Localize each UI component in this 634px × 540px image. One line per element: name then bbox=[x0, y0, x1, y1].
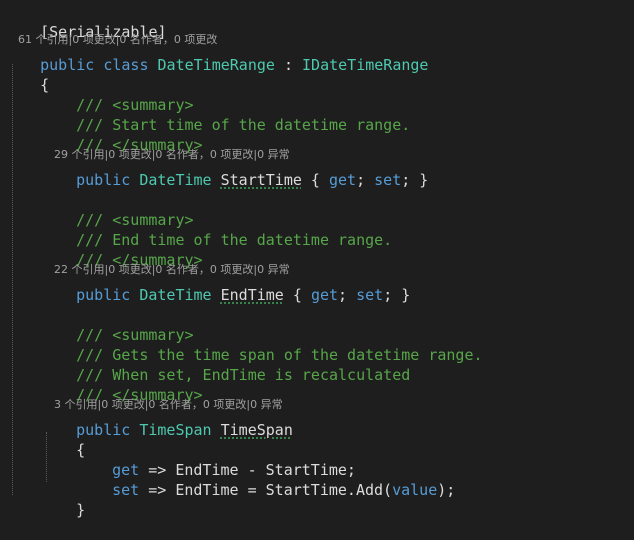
keyword-set: set bbox=[112, 481, 140, 499]
type-timespan[interactable]: TimeSpan bbox=[139, 421, 211, 439]
code-line-summary-text: /// End time of the datetime range. bbox=[0, 210, 392, 249]
keyword-value: value bbox=[392, 481, 438, 499]
code-line-class-declaration: public class DateTimeRange : IDateTimeRa… bbox=[0, 35, 428, 74]
interface-name[interactable]: IDateTimeRange bbox=[302, 56, 428, 74]
keyword-set: set bbox=[356, 286, 384, 304]
code-line-timespan-close-brace: } bbox=[0, 480, 85, 519]
code-line-summary-text: /// Gets the time span of the datetime r… bbox=[0, 325, 482, 364]
code-line-endtime-property: public DateTime EndTime { get; set; } bbox=[0, 265, 410, 304]
punctuation: ; bbox=[356, 171, 375, 189]
keyword-class: class bbox=[103, 56, 149, 74]
punctuation: { bbox=[283, 286, 311, 304]
code-line-timespan-open-brace: { bbox=[0, 420, 85, 459]
type-datetime[interactable]: DateTime bbox=[139, 286, 211, 304]
setter-expression: => EndTime = StartTime.Add( bbox=[139, 481, 393, 499]
codelens-endtime[interactable]: 22 个引用|0 项更改|0 名作者，0 项更改|0 异常 bbox=[0, 249, 290, 276]
setter-expression-end: ); bbox=[437, 481, 456, 499]
inherit-separator: : bbox=[274, 56, 303, 74]
code-line-summary-close: /// </summary> bbox=[0, 115, 202, 154]
type-datetime[interactable]: DateTime bbox=[139, 171, 211, 189]
codelens-class[interactable]: 61 个引用|0 项更改|0 名作者，0 项更改 bbox=[0, 19, 217, 46]
code-editor[interactable]: [Serializable] 61 个引用|0 项更改|0 名作者，0 项更改 … bbox=[0, 0, 634, 519]
code-line-summary-open: /// <summary> bbox=[0, 190, 193, 229]
punctuation: ; } bbox=[401, 171, 429, 189]
class-name[interactable]: DateTimeRange bbox=[158, 56, 275, 74]
code-line-summary-open: /// <summary> bbox=[0, 305, 193, 344]
code-line-summary-open: /// <summary> bbox=[0, 75, 193, 114]
property-timespan[interactable]: TimeSpan bbox=[221, 421, 293, 439]
property-endtime[interactable]: EndTime bbox=[221, 286, 284, 304]
close-brace: } bbox=[76, 501, 86, 519]
keyword-set: set bbox=[374, 171, 402, 189]
keyword-public: public bbox=[76, 171, 131, 189]
code-line-getter: get => EndTime - StartTime; bbox=[0, 440, 356, 479]
code-line-timespan-property: public TimeSpan TimeSpan bbox=[0, 400, 293, 439]
code-line-summary-text: /// When set, EndTime is recalculated bbox=[0, 345, 410, 384]
code-line-summary-close: /// </summary> bbox=[0, 365, 202, 404]
code-line-summary-text: /// Start time of the datetime range. bbox=[0, 95, 410, 134]
punctuation: ; bbox=[338, 286, 357, 304]
codelens-starttime[interactable]: 29 个引用|0 项更改|0 名作者，0 项更改|0 异常 bbox=[0, 134, 290, 161]
code-line-open-brace: { bbox=[0, 55, 49, 94]
codelens-timespan[interactable]: 3 个引用|0 项更改|0 名作者，0 项更改|0 异常 bbox=[0, 384, 283, 411]
keyword-public: public bbox=[76, 286, 131, 304]
punctuation: ; } bbox=[383, 286, 411, 304]
code-line-summary-close: /// </summary> bbox=[0, 230, 202, 269]
keyword-get: get bbox=[329, 171, 357, 189]
code-line-starttime-property: public DateTime StartTime { get; set; } bbox=[0, 150, 428, 189]
property-starttime[interactable]: StartTime bbox=[221, 171, 302, 189]
code-line-setter: set => EndTime = StartTime.Add(value); bbox=[0, 460, 455, 499]
keyword-get: get bbox=[310, 286, 339, 304]
punctuation: { bbox=[301, 171, 329, 189]
